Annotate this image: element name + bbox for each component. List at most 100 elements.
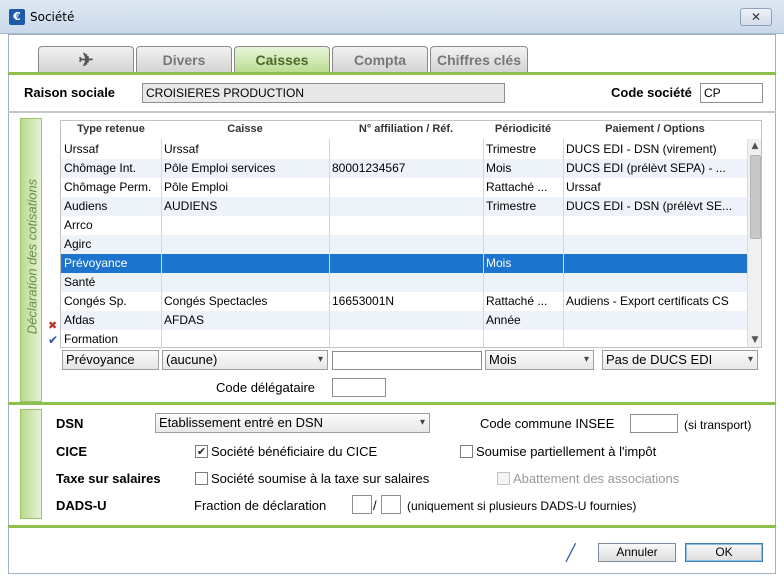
fraction-numerator-input[interactable] bbox=[352, 495, 372, 514]
insee-note: (si transport) bbox=[684, 418, 752, 432]
chevron-down-icon: ▾ bbox=[317, 354, 323, 365]
paiement-select-value: Pas de DUCS EDI bbox=[606, 352, 713, 367]
table-cell-periodicite: Rattaché ... bbox=[486, 294, 548, 308]
table-cell-affiliation: 16653001N bbox=[332, 294, 395, 308]
table-cell-paiement: DUCS EDI - DSN (prélèvt SE... bbox=[566, 199, 733, 213]
table-header: Type retenue Caisse N° affiliation / Réf… bbox=[61, 121, 747, 139]
cotisations-table[interactable]: Type retenue Caisse N° affiliation / Réf… bbox=[60, 120, 762, 348]
options-side-tab bbox=[20, 409, 42, 519]
code-societe-label: Code société bbox=[611, 85, 692, 100]
cice-label: CICE bbox=[56, 444, 88, 459]
table-cell-type: Chômage Int. bbox=[64, 161, 137, 175]
table-row[interactable]: Formation bbox=[61, 330, 747, 347]
raison-sociale-field[interactable]: CROISIERES PRODUCTION bbox=[142, 83, 505, 103]
plane-icon: ✈ bbox=[78, 50, 94, 70]
table-cell-type: Prévoyance bbox=[64, 256, 128, 270]
table-cell-periodicite: Mois bbox=[486, 161, 512, 175]
column-header[interactable]: N° affiliation / Réf. bbox=[329, 123, 483, 135]
dads-label: DADS-U bbox=[56, 498, 107, 513]
table-cell-caisse: Congés Spectacles bbox=[164, 294, 268, 308]
delegataire-input[interactable] bbox=[332, 378, 386, 397]
table-cell-type: Agirc bbox=[64, 237, 92, 251]
taxe-checkbox[interactable] bbox=[195, 472, 208, 485]
table-cell-caisse: Pôle Emploi services bbox=[164, 161, 276, 175]
column-divider bbox=[329, 139, 330, 347]
column-divider bbox=[161, 139, 162, 347]
paiement-select[interactable]: Pas de DUCS EDI ▾ bbox=[602, 350, 758, 370]
chevron-down-icon: ▾ bbox=[583, 354, 589, 365]
abattement-checkbox-label: Abattement des associations bbox=[513, 471, 680, 486]
fraction-separator: / bbox=[373, 498, 377, 513]
table-cell-periodicite: Rattaché ... bbox=[486, 180, 548, 194]
ok-button[interactable]: OK bbox=[685, 543, 763, 562]
table-row[interactable]: Chômage Perm. Pôle Emploi Rattaché ... Urss… bbox=[61, 178, 747, 197]
scroll-thumb[interactable] bbox=[750, 155, 761, 239]
table-row[interactable]: Congés Sp. Congés Spectacles 16653001N Ratt… bbox=[61, 292, 747, 311]
column-header[interactable]: Paiement / Options bbox=[563, 123, 747, 135]
column-header[interactable]: Caisse bbox=[161, 123, 329, 135]
table-cell-caisse: AFDAS bbox=[164, 313, 205, 327]
footer-divider bbox=[8, 525, 776, 528]
insee-input[interactable] bbox=[630, 414, 678, 433]
tab-divers[interactable]: Divers bbox=[136, 46, 232, 73]
periodicite-select[interactable]: Mois ▾ bbox=[485, 350, 594, 370]
column-header[interactable]: Type retenue bbox=[61, 123, 161, 135]
cotisations-side-title: Déclaration des cotisations bbox=[24, 178, 40, 335]
table-cell-type: Chômage Perm. bbox=[64, 180, 152, 194]
tab-chiffres-cles[interactable]: Chiffres clés bbox=[430, 46, 528, 73]
table-row[interactable]: Arrco bbox=[61, 216, 747, 235]
table-cell-paiement: DUCS EDI - DSN (virement) bbox=[566, 142, 717, 156]
close-button[interactable]: ✕ bbox=[740, 8, 772, 26]
fraction-denominator-input[interactable] bbox=[381, 495, 401, 514]
selected-type-label: Prévoyance bbox=[62, 350, 159, 370]
table-row[interactable]: Chômage Int. Pôle Emploi services 80001234… bbox=[61, 159, 747, 178]
table-row[interactable]: Afdas AFDAS Année bbox=[61, 311, 747, 330]
table-cell-caisse: AUDIENS bbox=[164, 199, 218, 213]
tab-compta[interactable]: Compta bbox=[332, 46, 428, 73]
cotisations-side-tab: Déclaration des cotisations bbox=[20, 118, 42, 402]
dsn-label: DSN bbox=[56, 416, 84, 431]
raison-sociale-label: Raison sociale bbox=[24, 85, 116, 100]
scroll-up-icon[interactable]: ▲ bbox=[748, 139, 761, 153]
table-cell-caisse: Pôle Emploi bbox=[164, 180, 229, 194]
header-divider bbox=[8, 111, 776, 113]
insee-label: Code commune INSEE bbox=[480, 416, 615, 431]
table-cell-paiement: DUCS EDI (prélèvt SEPA) - ... bbox=[566, 161, 726, 175]
cice-checkbox-label: Société bénéficiaire du CICE bbox=[211, 444, 378, 459]
table-row[interactable]: Prévoyance Mois bbox=[61, 254, 747, 273]
delete-mark-icon[interactable]: ✖ bbox=[48, 319, 57, 332]
fraction-note: (uniquement si plusieurs DADS-U fournies… bbox=[407, 499, 637, 513]
cice-checkbox[interactable]: ✔ bbox=[195, 445, 208, 458]
tab-plane[interactable]: ✈ bbox=[38, 46, 134, 73]
scroll-down-icon[interactable]: ▼ bbox=[748, 333, 761, 347]
table-scrollbar[interactable]: ▲ ▼ bbox=[747, 139, 761, 347]
taxe-label: Taxe sur salaires bbox=[56, 471, 161, 486]
chevron-down-icon: ▾ bbox=[419, 417, 425, 428]
affiliation-input[interactable] bbox=[332, 351, 482, 370]
table-cell-type: Congés Sp. bbox=[64, 294, 127, 308]
annuler-button[interactable]: Annuler bbox=[598, 543, 676, 562]
table-cell-periodicite: Trimestre bbox=[486, 142, 537, 156]
table-cell-type: Audiens bbox=[64, 199, 108, 213]
code-societe-field[interactable]: CP bbox=[700, 83, 763, 103]
table-cell-periodicite: Mois bbox=[486, 256, 512, 270]
tab-caisses[interactable]: Caisses bbox=[234, 46, 330, 73]
table-row[interactable]: Urssaf Urssaf Trimestre DUCS EDI - DSN (vir… bbox=[61, 140, 747, 159]
validate-mark-icon[interactable]: ✔ bbox=[48, 333, 58, 347]
table-row[interactable]: Audiens AUDIENS Trimestre DUCS EDI - DSN (p… bbox=[61, 197, 747, 216]
table-row[interactable]: Santé bbox=[61, 273, 747, 292]
abattement-checkbox bbox=[497, 472, 510, 485]
table-cell-affiliation: 80001234567 bbox=[332, 161, 406, 175]
table-cell-paiement: Urssaf bbox=[566, 180, 601, 194]
taxe-checkbox-label: Société soumise à la taxe sur salaires bbox=[211, 471, 430, 486]
partiel-checkbox[interactable] bbox=[460, 445, 473, 458]
table-cell-type: Santé bbox=[64, 275, 96, 289]
table-cell-type: Formation bbox=[64, 332, 119, 346]
column-divider bbox=[483, 139, 484, 347]
column-header[interactable]: Périodicité bbox=[483, 123, 563, 135]
dsn-select[interactable]: Etablissement entré en DSN ▾ bbox=[155, 413, 430, 433]
table-row[interactable]: Agirc bbox=[61, 235, 747, 254]
caisse-select[interactable]: (aucune) ▾ bbox=[162, 350, 328, 370]
pen-icon[interactable]: ╱ bbox=[566, 543, 582, 562]
delegataire-label: Code délégataire bbox=[216, 380, 316, 395]
